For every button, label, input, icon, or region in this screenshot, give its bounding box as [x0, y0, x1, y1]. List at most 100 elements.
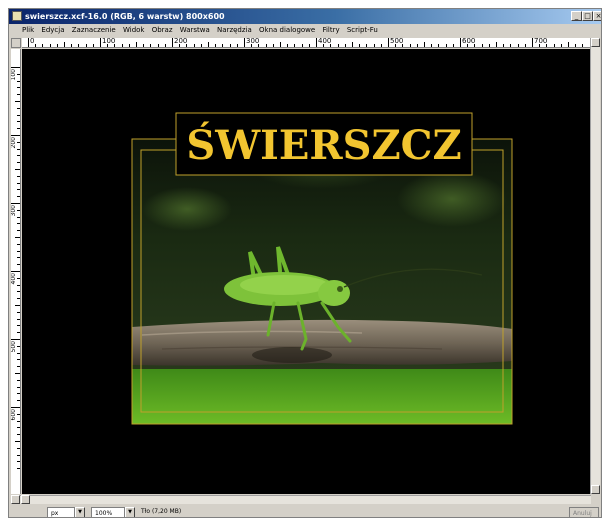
ruler-minor-tick	[200, 44, 202, 47]
ruler-major-tick	[11, 271, 20, 272]
quick-mask-toggle[interactable]	[11, 38, 21, 48]
menu-filtry[interactable]: Filtry	[322, 24, 339, 37]
ruler-major-tick	[11, 203, 20, 204]
ruler-label: 600	[462, 38, 476, 45]
scroll-right-button[interactable]	[21, 495, 30, 504]
branch	[132, 319, 512, 366]
horizontal-ruler[interactable]: 0 100 200 300 400 500 600 700	[22, 38, 592, 48]
ruler-minor-tick	[121, 44, 123, 47]
zoom-dropdown-arrow[interactable]: ▼	[125, 507, 135, 517]
ruler-minor-tick	[17, 311, 20, 313]
ruler-minor-tick	[92, 44, 94, 47]
ruler-minor-tick	[17, 345, 20, 347]
ruler-label: 200	[174, 38, 188, 45]
ruler-minor-tick	[17, 413, 20, 415]
ruler-minor-tick	[568, 42, 569, 47]
unit-select[interactable]: px	[47, 507, 75, 517]
ruler-minor-tick	[229, 44, 231, 47]
ruler-minor-tick	[107, 44, 109, 47]
ruler-minor-tick	[71, 44, 73, 47]
ruler-minor-tick	[49, 44, 51, 47]
ruler-minor-tick	[179, 44, 181, 47]
cancel-button[interactable]: Anuluj	[569, 507, 599, 517]
ruler-minor-tick	[416, 44, 418, 47]
ruler-minor-tick	[17, 468, 20, 470]
menu-script-fu[interactable]: Script-Fu	[347, 24, 378, 37]
ruler-minor-tick	[114, 44, 116, 47]
ruler-minor-tick	[424, 42, 425, 47]
menu-warstwa[interactable]: Warstwa	[180, 24, 210, 37]
ruler-minor-tick	[17, 209, 20, 211]
ruler-minor-tick	[17, 189, 20, 191]
ruler-minor-tick	[17, 87, 20, 89]
ruler-label: 300	[246, 38, 260, 45]
ruler-minor-tick	[330, 44, 332, 47]
ruler-minor-tick	[17, 332, 20, 334]
ruler-minor-tick	[524, 44, 526, 47]
menu-okna-dialogowe[interactable]: Okna dialogowe	[259, 24, 315, 37]
vertical-ruler[interactable]: 100 200 300 400 500 600	[11, 49, 21, 494]
ruler-major-tick	[11, 135, 20, 136]
ruler-minor-tick	[380, 44, 382, 47]
maximize-button[interactable]: □	[582, 11, 593, 21]
ruler-label: 0	[30, 38, 35, 45]
menu-obraz[interactable]: Obraz	[152, 24, 173, 37]
menu-edycja[interactable]: Edycja	[41, 24, 64, 37]
ruler-minor-tick	[42, 44, 44, 47]
ruler-minor-tick	[344, 44, 346, 47]
ruler-major-tick	[460, 38, 461, 47]
ruler-minor-tick	[17, 298, 20, 300]
ruler-label: 400	[318, 38, 332, 45]
ruler-major-tick	[100, 38, 101, 47]
ruler-minor-tick	[402, 44, 404, 47]
ruler-minor-tick	[64, 42, 65, 47]
scroll-left-button[interactable]	[11, 495, 20, 504]
ruler-minor-tick	[481, 44, 483, 47]
image-title-text: ŚWIERSZCZ	[186, 122, 461, 169]
menu-narzedzia[interactable]: Narzędzia	[217, 24, 252, 37]
unit-dropdown-arrow[interactable]: ▼	[75, 507, 85, 517]
scroll-up-button[interactable]	[591, 38, 600, 47]
zoom-select[interactable]: 100%	[91, 507, 125, 517]
ruler-minor-tick	[17, 175, 20, 177]
scroll-down-button[interactable]	[591, 485, 600, 494]
ruler-minor-tick	[352, 42, 353, 47]
menu-widok[interactable]: Widok	[123, 24, 145, 37]
ruler-minor-tick	[17, 400, 20, 402]
window-title: swierszcz.xcf-16.0 (RGB, 6 warstw) 800x6…	[25, 12, 225, 21]
ruler-major-tick	[388, 38, 389, 47]
ruler-major-tick	[11, 339, 20, 340]
ruler-minor-tick	[15, 169, 20, 170]
ruler-major-tick	[28, 38, 29, 47]
ruler-minor-tick	[17, 73, 20, 75]
vertical-scrollbar[interactable]	[590, 38, 600, 494]
ruler-minor-tick	[17, 318, 20, 320]
horizontal-scrollbar[interactable]	[11, 495, 591, 504]
ruler-minor-tick	[17, 223, 20, 225]
ruler-minor-tick	[323, 44, 325, 47]
ruler-minor-tick	[467, 44, 469, 47]
ruler-minor-tick	[395, 44, 397, 47]
ruler-minor-tick	[143, 44, 145, 47]
ruler-minor-tick	[488, 44, 490, 47]
ruler-minor-tick	[272, 44, 274, 47]
ruler-minor-tick	[85, 44, 87, 47]
ruler-minor-tick	[17, 94, 20, 96]
ruler-minor-tick	[17, 386, 20, 388]
ruler-minor-tick	[186, 44, 188, 47]
menu-plik[interactable]: Plik	[22, 24, 34, 37]
menu-zaznaczenie[interactable]: Zaznaczenie	[72, 24, 116, 37]
ruler-minor-tick	[582, 44, 584, 47]
gimp-image-window: swierszcz.xcf-16.0 (RGB, 6 warstw) 800x6…	[8, 8, 602, 518]
close-button[interactable]: ×	[593, 11, 601, 21]
ruler-minor-tick	[17, 427, 20, 429]
ruler-minor-tick	[575, 44, 577, 47]
ruler-major-tick	[11, 67, 20, 68]
ruler-major-tick	[532, 38, 533, 47]
minimize-button[interactable]: _	[571, 11, 582, 21]
image-canvas[interactable]: ŚWIERSZCZ	[22, 49, 592, 494]
ruler-minor-tick	[251, 44, 253, 47]
title-bar[interactable]: swierszcz.xcf-16.0 (RGB, 6 warstw) 800x6…	[9, 9, 601, 24]
ruler-minor-tick	[452, 44, 454, 47]
ruler-minor-tick	[17, 454, 20, 456]
